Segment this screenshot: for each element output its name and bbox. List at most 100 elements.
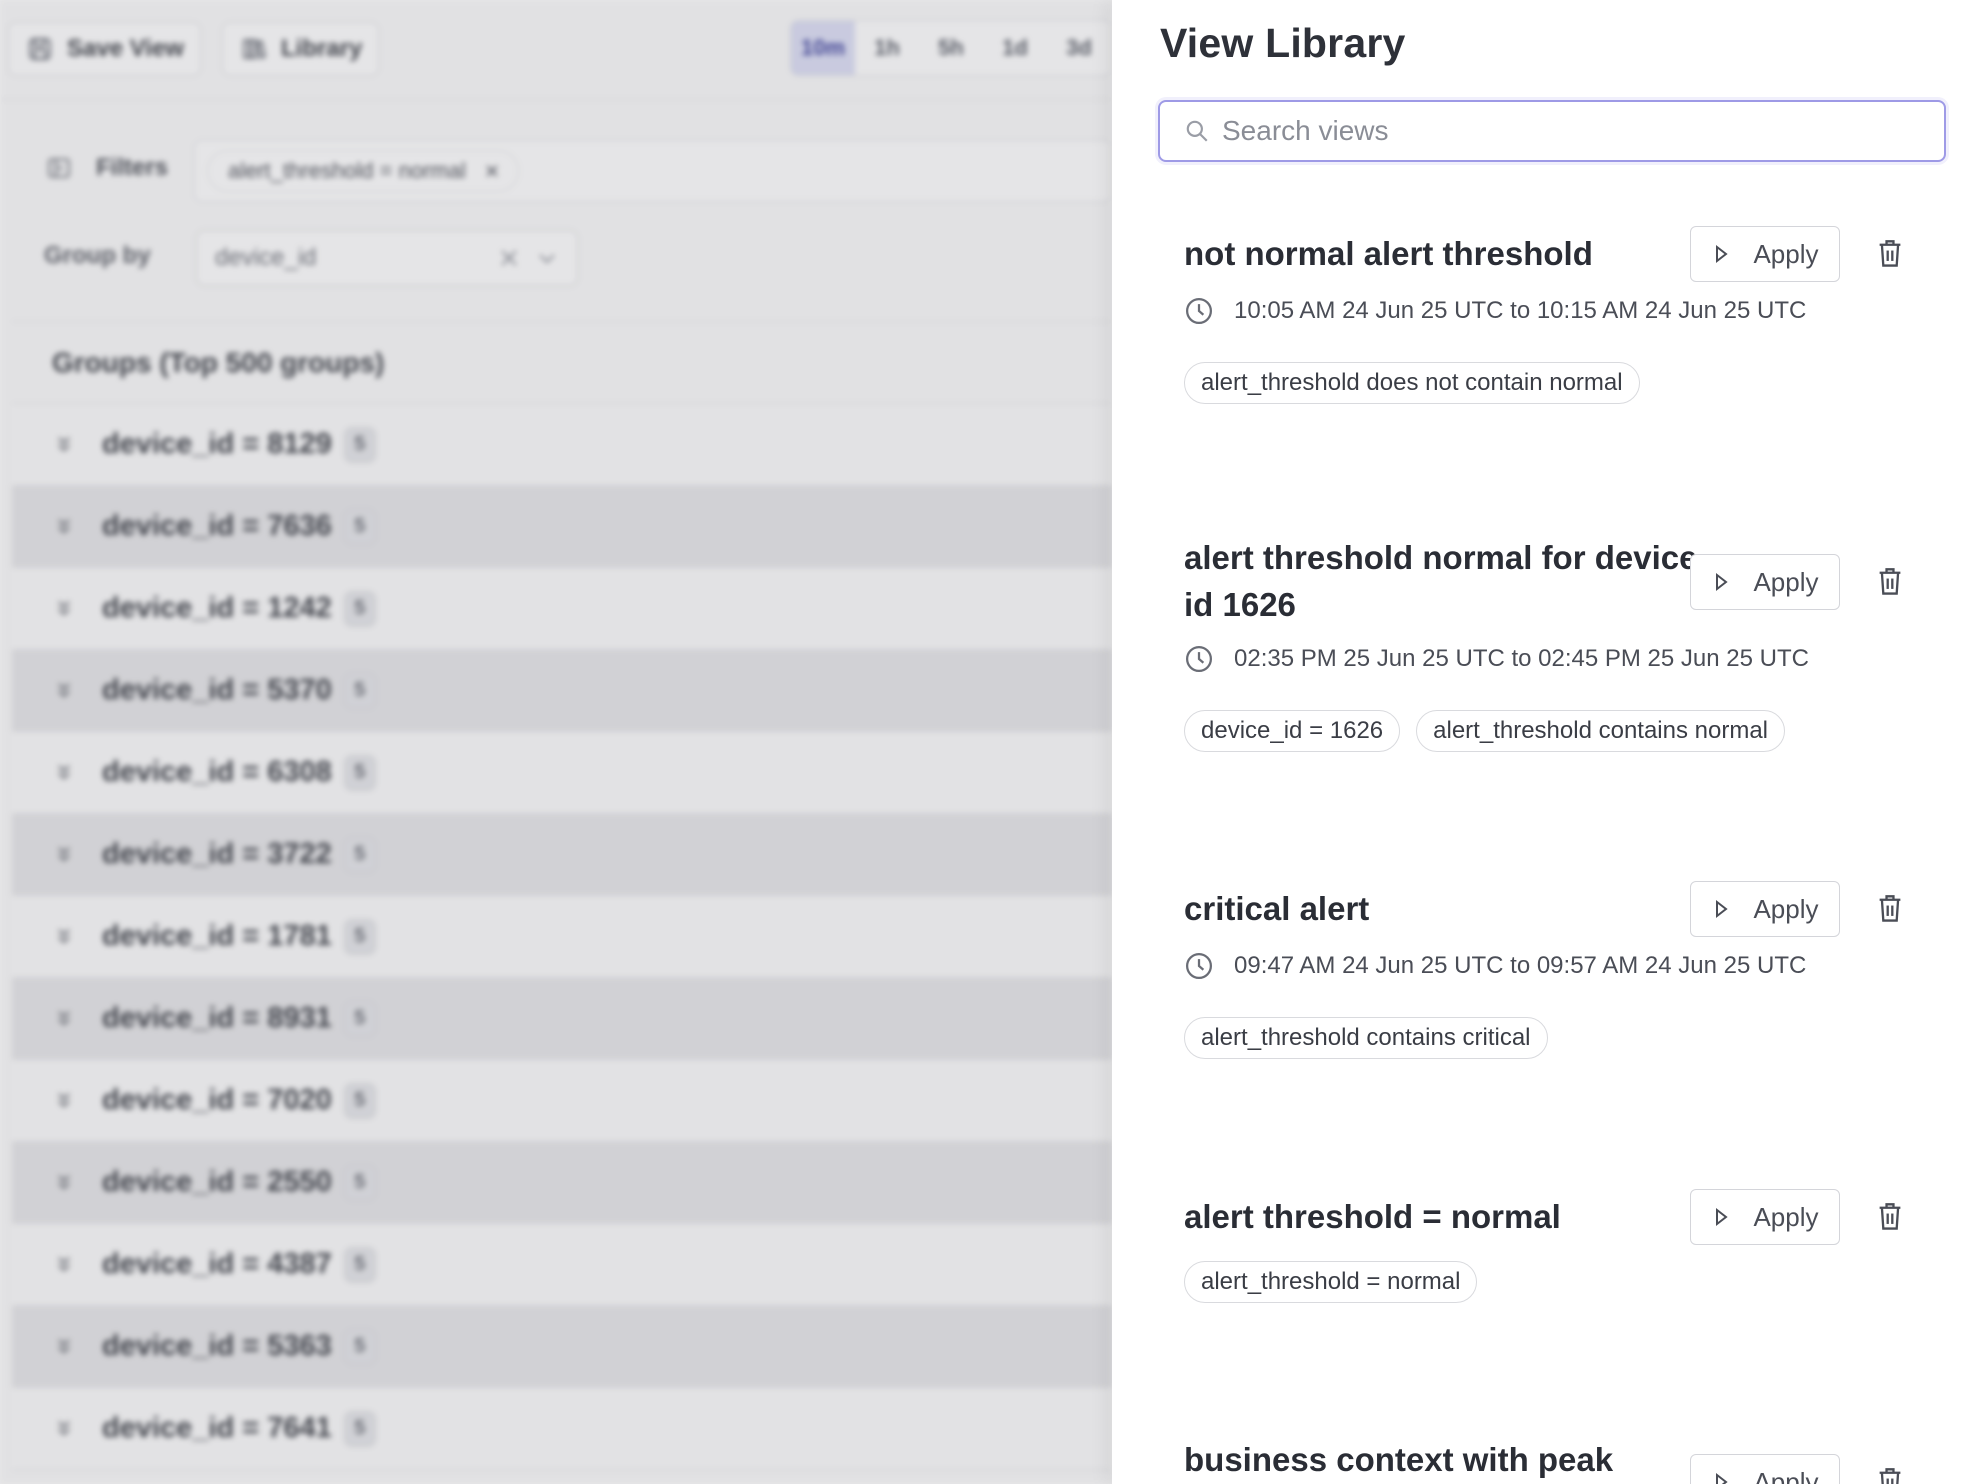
apply-label: Apply (1753, 1466, 1819, 1484)
expand-icon[interactable] (52, 679, 76, 703)
expand-icon[interactable] (52, 1335, 76, 1359)
group-row[interactable]: device_id = 8129 5 (12, 404, 1112, 486)
group-row[interactable]: device_id = 4387 5 (12, 1224, 1112, 1306)
group-label: device_id = 4387 (102, 1248, 332, 1280)
group-row[interactable]: device_id = 1242 5 (12, 568, 1112, 650)
expand-icon[interactable] (52, 433, 76, 457)
group-label: device_id = 8931 (102, 1002, 332, 1034)
filters-label-group: Filters (46, 154, 168, 182)
save-icon (29, 38, 51, 60)
delete-button[interactable] (1872, 1464, 1908, 1484)
time-range-10m[interactable]: 10m (791, 21, 855, 75)
view-filters: alert_threshold does not contain normal (1184, 362, 1640, 404)
chevron-down-icon[interactable] (535, 246, 559, 270)
group-row[interactable]: device_id = 1781 5 (12, 896, 1112, 978)
time-range-5h[interactable]: 5h (919, 21, 983, 75)
library-button[interactable]: Library (222, 22, 380, 76)
group-by-select[interactable]: device_id (196, 230, 578, 286)
groups-header: Groups (Top 500 groups) (12, 322, 1112, 404)
time-range-3d[interactable]: 3d (1047, 21, 1111, 75)
group-row[interactable]: device_id = 7020 5 (12, 1060, 1112, 1142)
expand-icon[interactable] (52, 925, 76, 949)
expand-icon[interactable] (52, 597, 76, 621)
group-row[interactable]: device_id = 5363 5 (12, 1306, 1112, 1388)
count-badge: 5 (343, 426, 376, 463)
expand-icon[interactable] (52, 515, 76, 539)
expand-icon[interactable] (52, 1253, 76, 1277)
group-label: device_id = 8129 (102, 428, 332, 460)
save-view-button[interactable]: Save View (8, 22, 201, 76)
delete-button[interactable] (1872, 891, 1908, 927)
group-by-value: device_id (215, 244, 317, 271)
count-badge: 5 (343, 672, 376, 709)
group-row[interactable]: device_id = 3722 5 (12, 814, 1112, 896)
time-range-selector: 10m 1h 5h 1d 3d (790, 20, 1112, 76)
view-name: alert threshold normal for device id 162… (1184, 539, 1698, 623)
apply-button[interactable]: Apply (1690, 554, 1840, 610)
sidebar-toggle-icon[interactable] (46, 155, 72, 181)
play-icon (1716, 1207, 1729, 1227)
group-row[interactable]: device_id = 8931 5 (12, 978, 1112, 1060)
view-time-range: 10:05 AM 24 Jun 25 UTC to 10:15 AM 24 Ju… (1184, 296, 1806, 326)
filter-tag: alert_threshold does not contain normal (1184, 362, 1640, 404)
view-name: business context with peak (1184, 1441, 1614, 1478)
trash-icon (1879, 895, 1901, 922)
filter-chip-label: alert_threshold = normal (228, 158, 466, 183)
delete-button[interactable] (1872, 236, 1908, 272)
group-row[interactable]: device_id = 5370 5 (12, 650, 1112, 732)
trash-icon (1879, 1468, 1901, 1484)
group-row[interactable]: device_id = 7636 5 (12, 486, 1112, 568)
search-icon (1186, 120, 1208, 142)
main-app-background: Save View Library 10m 1h 5h 1d 3d Filter… (0, 0, 1112, 1484)
view-name: not normal alert threshold (1184, 235, 1593, 272)
time-range-text: 02:35 PM 25 Jun 25 UTC to 02:45 PM 25 Ju… (1234, 645, 1809, 672)
apply-label: Apply (1753, 566, 1819, 597)
group-row[interactable]: device_id = 7641 5 (12, 1388, 1112, 1470)
expand-icon[interactable] (52, 1007, 76, 1031)
apply-button[interactable]: Apply (1690, 1189, 1840, 1245)
view-library-drawer: View Library not normal alert threshold … (1112, 0, 1984, 1484)
clear-icon[interactable] (497, 246, 521, 270)
group-label: device_id = 2550 (102, 1166, 332, 1198)
expand-icon[interactable] (52, 843, 76, 867)
filter-input[interactable]: alert_threshold = normal (194, 140, 1112, 202)
delete-button[interactable] (1872, 564, 1908, 600)
filter-chip[interactable]: alert_threshold = normal (207, 150, 519, 192)
time-range-text: 10:05 AM 24 Jun 25 UTC to 10:15 AM 24 Ju… (1234, 297, 1807, 324)
search-input[interactable] (1222, 115, 1922, 147)
delete-button[interactable] (1872, 1199, 1908, 1235)
expand-icon[interactable] (52, 1089, 76, 1113)
drawer-title: View Library (1160, 20, 1406, 66)
view-name: alert threshold = normal (1184, 1198, 1561, 1235)
expand-icon[interactable] (52, 761, 76, 785)
apply-button[interactable]: Apply (1690, 226, 1840, 282)
time-range-text: 09:47 AM 24 Jun 25 UTC to 09:57 AM 24 Ju… (1234, 952, 1807, 979)
view-filters: alert_threshold = normal (1184, 1261, 1478, 1303)
count-badge: 5 (343, 836, 376, 873)
filters-label: Filters (96, 154, 169, 181)
group-label: device_id = 7020 (102, 1084, 332, 1116)
expand-icon[interactable] (52, 1417, 76, 1441)
apply-button[interactable]: Apply (1690, 881, 1840, 937)
search-box[interactable] (1158, 100, 1946, 162)
view-filters: device_id = 1626 alert_threshold contain… (1184, 710, 1786, 752)
apply-button[interactable]: Apply (1690, 1454, 1840, 1484)
count-badge: 5 (343, 590, 376, 627)
group-row[interactable]: device_id = 6308 5 (12, 732, 1112, 814)
count-badge: 5 (343, 1328, 376, 1365)
toolbar: Save View Library 10m 1h 5h 1d 3d (0, 0, 1112, 100)
filter-tag: alert_threshold = normal (1184, 1261, 1478, 1303)
count-badge: 5 (343, 754, 376, 791)
group-row[interactable]: device_id = 2550 5 (12, 1142, 1112, 1224)
group-label: device_id = 1781 (102, 920, 332, 952)
apply-label: Apply (1753, 1201, 1819, 1232)
expand-icon[interactable] (52, 1171, 76, 1195)
view-filters: alert_threshold contains critical (1184, 1017, 1548, 1059)
filter-tag: alert_threshold contains critical (1184, 1017, 1548, 1059)
clock-icon (1186, 953, 1212, 979)
filter-tag: device_id = 1626 (1184, 710, 1401, 752)
group-label: device_id = 5363 (102, 1330, 332, 1362)
time-range-1d[interactable]: 1d (983, 21, 1047, 75)
time-range-1h[interactable]: 1h (855, 21, 919, 75)
close-icon[interactable] (484, 163, 500, 179)
